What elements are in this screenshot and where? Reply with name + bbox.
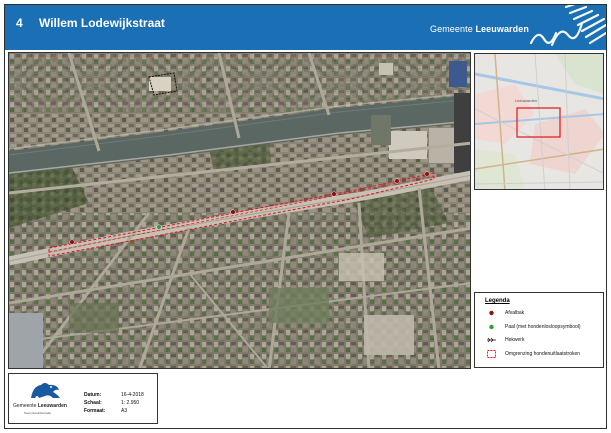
post-dot-icon	[489, 324, 494, 330]
dashed-boundary-icon	[487, 350, 496, 358]
meta-label-date: Datum:	[84, 392, 102, 398]
legend-panel: Legenda Afvalbak Paal (met hondenlosloop…	[474, 292, 604, 368]
brand-prefix: Gemeente	[430, 24, 473, 34]
logo-text-prefix: Gemeente	[13, 403, 37, 409]
overview-map-canvas: Leeuwarden	[475, 54, 603, 189]
logo-subtext: Team Geoinformatie	[24, 411, 52, 415]
brand-swoosh-icon	[529, 5, 606, 47]
meta-value-date: 16-4-2018	[121, 392, 144, 398]
logo-text: Gemeente Leeuwarden	[13, 403, 67, 409]
title-block: Gemeente Leeuwarden Team Geoinformatie D…	[8, 373, 158, 424]
map-header: 4 Willem Lodewijkstraat Gemeente Leeuwar…	[5, 5, 606, 50]
afvalbak-marker[interactable]	[69, 239, 75, 245]
aerial-map-canvas	[9, 53, 470, 368]
legend-label: Hekwerk	[505, 337, 525, 343]
overview-map[interactable]: Leeuwarden	[474, 53, 604, 190]
meta-value-scale: 1: 2.950	[121, 400, 140, 406]
legend-label: Omgrenzing hondenuitlaatstroken	[505, 351, 581, 357]
brand-logo-text: Gemeente Leeuwarden	[430, 24, 529, 34]
municipality-lion-logo-icon	[31, 383, 60, 398]
paal-marker[interactable]	[156, 224, 162, 230]
legend-label: Paal (met hondenlosloopsymbool)	[505, 324, 581, 330]
afvalbak-marker[interactable]	[230, 209, 236, 215]
overview-place-label: Leeuwarden	[515, 98, 537, 103]
logo-text-name: Leeuwarden	[37, 403, 67, 409]
legend-title: Legenda	[485, 298, 510, 304]
afvalbak-marker[interactable]	[331, 191, 337, 197]
meta-label-format: Formaat:	[84, 408, 106, 414]
map-title: Willem Lodewijkstraat	[39, 16, 165, 30]
afvalbak-marker[interactable]	[394, 178, 400, 184]
waste-bin-dot-icon	[489, 310, 494, 316]
fence-line-icon	[487, 337, 496, 343]
meta-label-scale: Schaal:	[84, 400, 102, 406]
brand-name: Leeuwarden	[475, 24, 529, 34]
meta-value-format: A3	[121, 408, 128, 414]
legend-label: Afvalbak	[505, 310, 525, 316]
map-number: 4	[16, 16, 23, 30]
aerial-map[interactable]	[8, 52, 471, 369]
afvalbak-marker[interactable]	[424, 171, 430, 177]
